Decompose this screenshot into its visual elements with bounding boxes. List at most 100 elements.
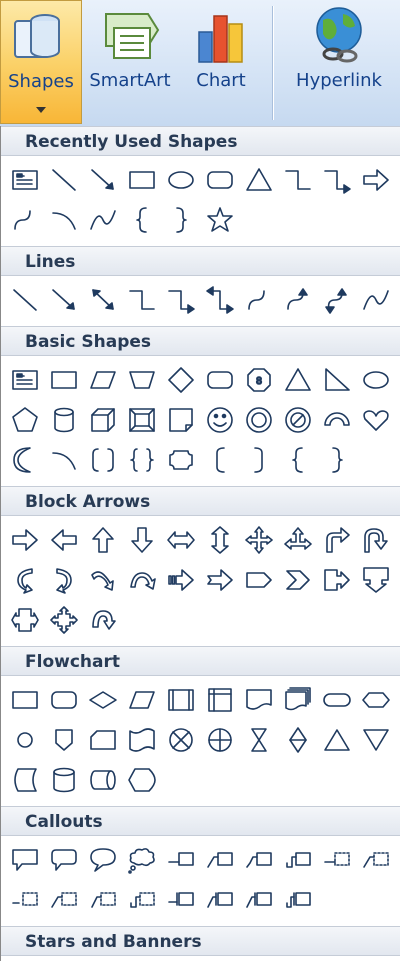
- shape-moon-icon[interactable]: [5, 442, 44, 478]
- shape-left-curved-arrow-icon[interactable]: [5, 562, 44, 598]
- shape-textbox-icon[interactable]: [5, 162, 44, 198]
- shape-rounded-rect-icon[interactable]: [200, 362, 239, 398]
- shape-fc-sort-icon[interactable]: [278, 722, 317, 758]
- shape-rounded-callout-icon[interactable]: [44, 842, 83, 878]
- shape-fc-data-icon[interactable]: [122, 682, 161, 718]
- shape-right-triangle-icon[interactable]: [317, 362, 356, 398]
- shape-right-brace-icon[interactable]: [317, 442, 356, 478]
- shape-arc-icon[interactable]: [44, 442, 83, 478]
- shape-u-turn-arrow-icon[interactable]: [356, 522, 395, 558]
- shape-fc-offpage-icon[interactable]: [44, 722, 83, 758]
- shape-fc-predefined-icon[interactable]: [161, 682, 200, 718]
- shape-down-arrow-callout-icon[interactable]: [356, 562, 395, 598]
- shape-right-bracket-icon[interactable]: [239, 442, 278, 478]
- shape-up-arrow-icon[interactable]: [83, 522, 122, 558]
- shape-rectangle-icon[interactable]: [44, 362, 83, 398]
- shape-up-down-arrow-icon[interactable]: [200, 522, 239, 558]
- shape-oval-icon[interactable]: [161, 162, 200, 198]
- shape-oval-callout-icon[interactable]: [83, 842, 122, 878]
- shape-right-arrow-icon[interactable]: [356, 162, 395, 198]
- shape-line-callout3-icon[interactable]: [239, 842, 278, 878]
- shape-down-arrow-icon[interactable]: [122, 522, 161, 558]
- shape-triangle-icon[interactable]: [239, 162, 278, 198]
- shape-no-symbol-icon[interactable]: [278, 402, 317, 438]
- shape-line-callout1-border-icon[interactable]: [83, 882, 122, 918]
- shape-cube-icon[interactable]: [83, 402, 122, 438]
- shape-textbox-icon[interactable]: [5, 362, 44, 398]
- shape-fc-document-icon[interactable]: [239, 682, 278, 718]
- shape-line-callout-nb2-icon[interactable]: [278, 882, 317, 918]
- shape-line-callout4-border-icon[interactable]: [200, 882, 239, 918]
- shape-line-callout1-accent-icon[interactable]: [317, 842, 356, 878]
- shape-bracket-pair-icon[interactable]: [83, 442, 122, 478]
- shape-rect-callout-icon[interactable]: [5, 842, 44, 878]
- shape-line-callout1-icon[interactable]: [161, 842, 200, 878]
- shape-line-callout4-icon[interactable]: [278, 842, 317, 878]
- shape-diamond-icon[interactable]: [161, 362, 200, 398]
- shape-left-brace-icon[interactable]: [122, 202, 161, 238]
- shape-left-arrow-icon[interactable]: [44, 522, 83, 558]
- shape-triangle-icon[interactable]: [278, 362, 317, 398]
- shape-left-bracket-icon[interactable]: [200, 442, 239, 478]
- shape-fc-summing-icon[interactable]: [161, 722, 200, 758]
- shape-heart-icon[interactable]: [356, 402, 395, 438]
- shape-curve-icon[interactable]: [356, 282, 395, 318]
- shape-arc-icon[interactable]: [44, 202, 83, 238]
- shape-fc-connector-icon[interactable]: [5, 722, 44, 758]
- shape-down-curved-arrow-icon[interactable]: [83, 562, 122, 598]
- shape-plaque-icon[interactable]: [161, 442, 200, 478]
- shape-right-brace-icon[interactable]: [161, 202, 200, 238]
- shape-line-icon[interactable]: [5, 282, 44, 318]
- shape-circular-arrow-icon[interactable]: [83, 602, 122, 638]
- shape-fc-internal-icon[interactable]: [200, 682, 239, 718]
- shape-quad-arrow-icon[interactable]: [239, 522, 278, 558]
- chart-button[interactable]: Chart: [180, 0, 262, 124]
- shape-elbow-connector-icon[interactable]: [122, 282, 161, 318]
- shape-notched-right-arrow-icon[interactable]: [200, 562, 239, 598]
- shape-fc-extract-icon[interactable]: [317, 722, 356, 758]
- shape-fc-stored-data-icon[interactable]: [5, 762, 44, 798]
- shape-rounded-rect-icon[interactable]: [200, 162, 239, 198]
- shapes-button[interactable]: Shapes: [0, 0, 82, 124]
- shape-right-arrow-callout-icon[interactable]: [317, 562, 356, 598]
- shape-curve-icon[interactable]: [83, 202, 122, 238]
- shape-quad-arrow-callout-icon[interactable]: [44, 602, 83, 638]
- shape-curved-double-arrow-icon[interactable]: [317, 282, 356, 318]
- shape-fc-punched-tape-icon[interactable]: [122, 722, 161, 758]
- shape-right-curved-arrow-icon[interactable]: [44, 562, 83, 598]
- shape-left-right-up-arrow-icon[interactable]: [278, 522, 317, 558]
- smartart-button[interactable]: SmartArt: [84, 0, 176, 124]
- shape-line-callout2-accent-icon[interactable]: [356, 842, 395, 878]
- shape-left-right-arrow-callout-icon[interactable]: [5, 602, 44, 638]
- shape-elbow-double-arrow-icon[interactable]: [200, 282, 239, 318]
- shape-right-arrow-icon[interactable]: [5, 522, 44, 558]
- shape-brace-pair-icon[interactable]: [122, 442, 161, 478]
- shape-left-brace-icon[interactable]: [278, 442, 317, 478]
- shape-can-icon[interactable]: [44, 402, 83, 438]
- shape-double-arrow-line-icon[interactable]: [83, 282, 122, 318]
- shape-chevron-icon[interactable]: [278, 562, 317, 598]
- shape-smiley-icon[interactable]: [200, 402, 239, 438]
- shape-star5-icon[interactable]: [200, 202, 239, 238]
- shape-curved-connector-icon[interactable]: [239, 282, 278, 318]
- shape-fc-display-icon[interactable]: [122, 762, 161, 798]
- shape-fc-multidoc-icon[interactable]: [278, 682, 317, 718]
- shape-fc-merge-icon[interactable]: [356, 722, 395, 758]
- shape-fc-card-icon[interactable]: [83, 722, 122, 758]
- shape-folded-corner-icon[interactable]: [161, 402, 200, 438]
- shape-donut-icon[interactable]: [239, 402, 278, 438]
- shape-fc-alternate-icon[interactable]: [44, 682, 83, 718]
- shape-rectangle-icon[interactable]: [122, 162, 161, 198]
- shape-bent-arrow-icon[interactable]: [317, 522, 356, 558]
- hyperlink-button[interactable]: Hyperlink: [280, 0, 398, 124]
- shape-line-callout3-border-icon[interactable]: [161, 882, 200, 918]
- shape-fc-terminator-icon[interactable]: [317, 682, 356, 718]
- shape-oval-icon[interactable]: [356, 362, 395, 398]
- shape-curved-connector-icon[interactable]: [5, 202, 44, 238]
- shape-line-callout-nb1-icon[interactable]: [239, 882, 278, 918]
- shape-fc-preparation-icon[interactable]: [356, 682, 395, 718]
- shape-fc-decision-icon[interactable]: [83, 682, 122, 718]
- shape-left-right-arrow-icon[interactable]: [161, 522, 200, 558]
- shape-line-callout3-accent-icon[interactable]: [5, 882, 44, 918]
- shape-elbow-arrow-icon[interactable]: [161, 282, 200, 318]
